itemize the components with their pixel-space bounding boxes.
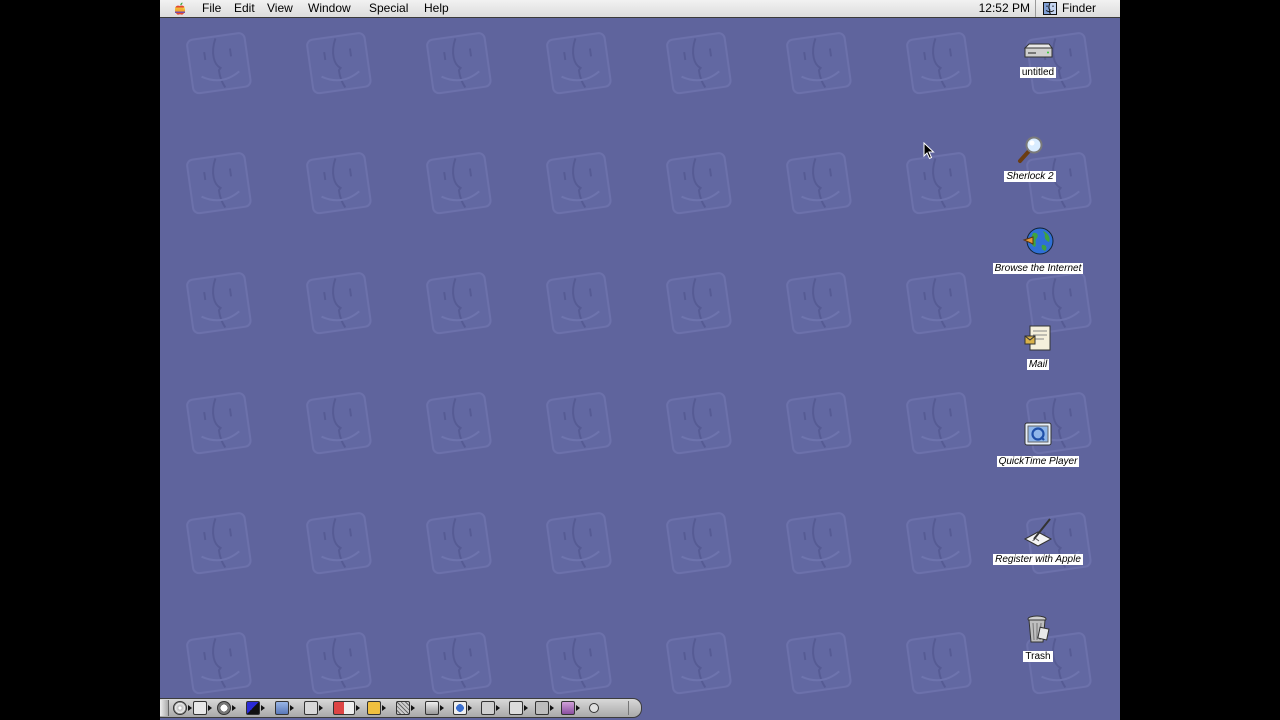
control-strip-collapse-tab[interactable] (160, 700, 169, 716)
desktop-icon-label: Trash (1023, 651, 1053, 662)
printer-icon[interactable] (395, 700, 415, 716)
desktop-icon-untitled[interactable]: untitled (983, 42, 1093, 79)
globe-icon (1022, 227, 1054, 255)
appletalk-icon[interactable] (192, 700, 212, 716)
quicktime-icon[interactable] (424, 700, 444, 716)
desktop-icon-browse-the-internet[interactable]: Browse the Internet (983, 226, 1093, 275)
hard-disk-icon (1023, 43, 1053, 58)
active-app-label: Finder (1062, 1, 1097, 15)
control-strip-small-icon[interactable] (588, 700, 608, 716)
desktop-icon-sherlock[interactable]: Sherlock 2 (975, 136, 1085, 183)
color-depth-icon[interactable] (245, 700, 265, 716)
menu-file[interactable]: File (198, 1, 225, 16)
register-icon (1023, 518, 1053, 547)
control-strip-grow-tab[interactable] (628, 701, 639, 715)
finder-icon (1043, 2, 1057, 18)
desktop-icon-label: Browse the Internet (992, 263, 1084, 274)
monitor-icon[interactable] (366, 700, 386, 716)
menu-window[interactable]: Window (304, 1, 355, 16)
desktop-icon-quicktime-player[interactable]: QuickTime Player (983, 421, 1093, 468)
control-strip[interactable] (160, 698, 642, 718)
apple-menu-icon[interactable] (172, 1, 188, 16)
desktop-icon-register-with-apple[interactable]: Register with Apple (983, 517, 1093, 566)
desktop-icon-label: Mail (1026, 359, 1050, 370)
desktop[interactable]: File Edit View Window Special Help 12:52… (160, 0, 1120, 720)
remote-access-icon[interactable] (452, 700, 472, 716)
speech-icon[interactable] (508, 700, 528, 716)
trash-icon (1027, 615, 1050, 643)
desktop-icon-trash[interactable]: Trash (983, 614, 1093, 663)
menu-bar: File Edit View Window Special Help 12:52… (160, 0, 1120, 18)
desktop-icon-label: Sherlock 2 (1004, 171, 1056, 182)
file-sharing-icon[interactable] (274, 700, 294, 716)
location-icon[interactable] (332, 700, 360, 716)
mail-icon (1024, 325, 1051, 351)
sound-icon[interactable] (480, 700, 500, 716)
extensions-icon[interactable] (560, 700, 580, 716)
sherlock-icon (1018, 136, 1043, 163)
cd-icon[interactable] (172, 700, 192, 716)
desktop-icon-label: QuickTime Player (996, 456, 1080, 467)
desktop-icon-label: untitled (1019, 67, 1057, 78)
web-sharing-icon[interactable] (534, 700, 554, 716)
menu-view[interactable]: View (263, 1, 297, 16)
menu-help[interactable]: Help (420, 1, 453, 16)
menu-special[interactable]: Special (365, 1, 412, 16)
keychain-icon[interactable] (303, 700, 323, 716)
quicktime-icon (1024, 422, 1052, 446)
menu-edit[interactable]: Edit (230, 1, 259, 16)
application-menu[interactable]: Finder (1035, 0, 1120, 17)
arrow-cursor-icon (923, 141, 935, 164)
desktop-icon-mail[interactable]: Mail (983, 324, 1093, 371)
desktop-pattern (160, 18, 1120, 720)
desktop-icon-label: Register with Apple (993, 554, 1083, 565)
menu-bar-clock[interactable]: 12:52 PM (979, 1, 1030, 16)
energy-icon[interactable] (216, 700, 236, 716)
